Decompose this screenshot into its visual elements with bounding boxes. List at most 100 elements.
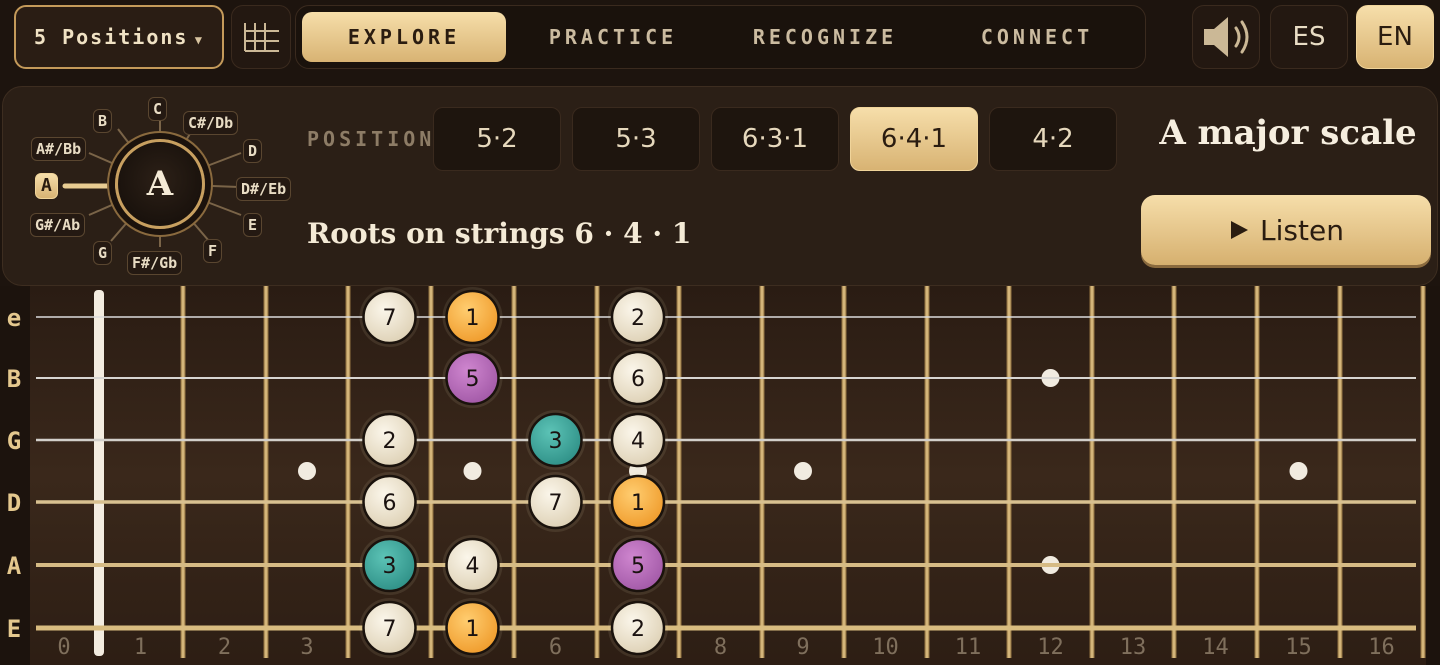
note-marker[interactable]: 1 [608, 472, 668, 532]
note-degree-label: 6 [383, 491, 397, 516]
fret-wire-15 [1337, 286, 1343, 658]
note-g-sharp[interactable]: G#/Ab [30, 213, 86, 237]
note-degree-label: 4 [466, 554, 480, 579]
note-marker[interactable]: 4 [608, 410, 668, 470]
positions-select-label: 5 Positions [34, 25, 189, 49]
fret-wire-4 [428, 286, 434, 658]
note-marker[interactable]: 6 [359, 472, 420, 532]
speaker-icon [1204, 17, 1249, 57]
note-marker[interactable]: 2 [608, 287, 668, 347]
note-degree-label: 7 [383, 617, 397, 642]
inlay-dot-15 [1289, 462, 1308, 480]
fret-wire-10 [924, 286, 930, 658]
note-marker[interactable]: 1 [442, 598, 503, 658]
note-marker[interactable]: 7 [525, 472, 586, 532]
note-degree-label: 3 [549, 429, 563, 454]
fretboard: eBGDAE012345678910111213141516 712562346… [0, 286, 1440, 665]
fret-wire-5 [511, 286, 517, 658]
string-label: e [7, 304, 21, 332]
chevron-down-icon: ▼ [194, 33, 204, 47]
note-degree-label: 5 [466, 367, 480, 392]
roots-description: Roots on strings 6 · 4 · 1 [307, 217, 692, 250]
note-degree-label: 7 [383, 306, 397, 331]
fret-wire-11 [1006, 286, 1012, 658]
note-degree-label: 2 [631, 617, 645, 642]
language-en-button[interactable]: EN [1356, 5, 1434, 69]
note-f[interactable]: F [203, 239, 223, 263]
fret-number: 0 [57, 635, 70, 660]
note-degree-label: 5 [631, 554, 645, 579]
tab-connect[interactable]: CONNECT [934, 12, 1140, 62]
fret-number: 15 [1285, 635, 1312, 660]
note-marker[interactable]: 3 [359, 535, 420, 595]
fret-number: 3 [300, 635, 313, 660]
fret-number: 16 [1368, 635, 1395, 660]
fret-number: 14 [1202, 635, 1229, 660]
fret-number: 2 [218, 635, 231, 660]
fret-wire-3 [345, 286, 351, 658]
note-degree-label: 6 [631, 367, 645, 392]
tab-explore[interactable]: EXPLORE [302, 12, 506, 62]
note-marker[interactable]: 2 [608, 598, 668, 658]
note-degree-label: 1 [466, 617, 480, 642]
note-a-sharp[interactable]: A#/Bb [31, 137, 87, 161]
selected-key-display: A [115, 139, 205, 229]
inlay-dot-9 [794, 462, 812, 480]
note-marker[interactable]: 4 [442, 535, 503, 595]
fret-wire-6 [594, 286, 600, 658]
note-c-sharp[interactable]: C#/Db [183, 111, 239, 135]
note-marker[interactable]: 5 [608, 535, 668, 595]
play-icon [1231, 221, 1249, 239]
note-a[interactable]: A [35, 173, 58, 199]
string-label: A [7, 552, 22, 580]
fret-wire-12 [1089, 286, 1095, 658]
position-button-6-4-1[interactable]: 6·4·1 [850, 107, 978, 171]
note-e[interactable]: E [243, 213, 263, 237]
fret-number: 11 [955, 635, 982, 660]
note-c[interactable]: C [148, 97, 168, 121]
note-marker[interactable]: 1 [442, 287, 503, 347]
note-marker[interactable]: 5 [442, 348, 503, 408]
note-g[interactable]: G [93, 241, 113, 265]
note-degree-label: 2 [631, 306, 645, 331]
tab-practice[interactable]: PRACTICE [510, 12, 716, 62]
position-label: POSITION [307, 127, 436, 151]
positions-select[interactable]: 5 Positions ▼ [14, 5, 224, 69]
position-button-6-3-1[interactable]: 6·3·1 [711, 107, 839, 171]
note-d-sharp[interactable]: D#/Eb [236, 177, 292, 201]
note-degree-label: 1 [466, 306, 480, 331]
note-marker[interactable]: 2 [359, 410, 420, 470]
note-marker[interactable]: 3 [525, 410, 586, 470]
note-degree-label: 7 [549, 491, 563, 516]
position-button-5-2[interactable]: 5·2 [433, 107, 561, 171]
fret-wire-14 [1254, 286, 1260, 658]
note-f-sharp[interactable]: F#/Gb [127, 251, 183, 275]
position-button-4-2[interactable]: 4·2 [989, 107, 1117, 171]
fretboard-grid-button[interactable] [231, 5, 291, 69]
fret-wire-7 [676, 286, 682, 658]
string-label: B [7, 365, 21, 393]
note-d[interactable]: D [243, 139, 263, 163]
fret-number: 9 [796, 635, 809, 660]
listen-button[interactable]: Listen [1141, 195, 1431, 265]
fret-wire-8 [759, 286, 765, 658]
fret-number: 12 [1037, 635, 1064, 660]
note-wheel: A C C#/Db D D#/Eb E F F#/Gb G G#/Ab A A#… [3, 87, 303, 287]
fret-wire-2 [263, 286, 269, 658]
top-bar: 5 Positions ▼ EXPLORE PRACTICE RECOGNIZE… [0, 0, 1440, 80]
grid-icon [244, 23, 279, 52]
fret-wire-16 [1420, 286, 1426, 658]
sound-toggle-button[interactable] [1192, 5, 1260, 69]
note-marker[interactable]: 7 [359, 287, 420, 347]
position-button-5-3[interactable]: 5·3 [572, 107, 700, 171]
inlay-dot-3 [298, 462, 316, 480]
note-marker[interactable]: 6 [608, 348, 668, 408]
language-es-button[interactable]: ES [1270, 5, 1348, 69]
fret-wire-13 [1171, 286, 1177, 658]
tab-recognize[interactable]: RECOGNIZE [720, 12, 930, 62]
string-label: G [7, 427, 21, 455]
fret-number: 13 [1120, 635, 1147, 660]
note-marker[interactable]: 7 [359, 598, 420, 658]
note-b[interactable]: B [93, 109, 113, 133]
note-degree-label: 2 [383, 429, 397, 454]
